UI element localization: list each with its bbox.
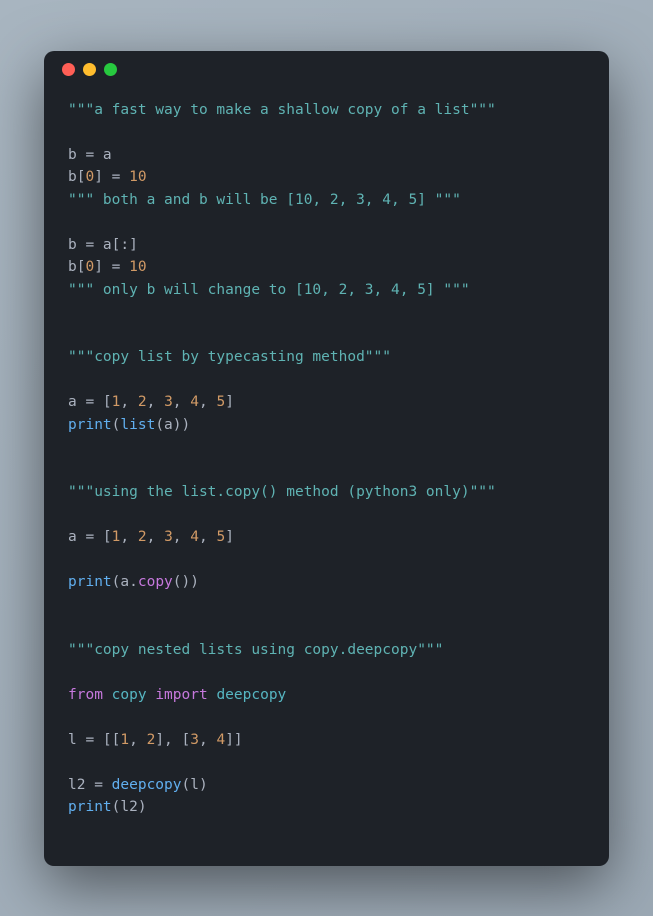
number-literal: 4 xyxy=(190,529,199,545)
code-block: """a fast way to make a shallow copy of … xyxy=(44,89,609,843)
number-literal: 0 xyxy=(85,259,94,275)
window-titlebar xyxy=(44,51,609,89)
code-text: b[ xyxy=(68,169,85,185)
number-literal: 4 xyxy=(216,732,225,748)
docstring: """copy list by typecasting method""" xyxy=(68,349,391,365)
code-text: l2 = xyxy=(68,777,112,793)
identifier: l xyxy=(190,777,199,793)
keyword: from xyxy=(68,687,103,703)
function-call: print xyxy=(68,574,112,590)
code-text: () xyxy=(173,574,190,590)
function-call: print xyxy=(68,799,112,815)
identifier: deepcopy xyxy=(216,687,286,703)
code-text: ]] xyxy=(225,732,242,748)
code-text: ] = xyxy=(94,169,129,185)
code-window: """a fast way to make a shallow copy of … xyxy=(44,51,609,866)
docstring: """copy nested lists using copy.deepcopy… xyxy=(68,642,443,658)
code-text: , xyxy=(173,529,190,545)
code-text: , xyxy=(147,394,164,410)
code-text: ) xyxy=(190,574,199,590)
code-text: ) xyxy=(138,799,147,815)
number-literal: 10 xyxy=(129,169,146,185)
docstring: """ only b will change to [10, 2, 3, 4, … xyxy=(68,282,470,298)
identifier: l2 xyxy=(120,799,137,815)
method-call: copy xyxy=(138,574,173,590)
code-text: , xyxy=(199,732,216,748)
number-literal: 4 xyxy=(190,394,199,410)
number-literal: 3 xyxy=(164,394,173,410)
number-literal: 2 xyxy=(138,529,147,545)
code-text: ) xyxy=(199,777,208,793)
code-text: ], [ xyxy=(155,732,190,748)
code-text xyxy=(147,687,156,703)
function-call: list xyxy=(120,417,155,433)
close-icon[interactable] xyxy=(62,63,75,76)
code-text: ] = xyxy=(94,259,129,275)
minimize-icon[interactable] xyxy=(83,63,96,76)
maximize-icon[interactable] xyxy=(104,63,117,76)
code-text: ] xyxy=(225,529,234,545)
number-literal: 10 xyxy=(129,259,146,275)
module-name: copy xyxy=(112,687,147,703)
code-text: ) xyxy=(173,417,182,433)
docstring: """a fast way to make a shallow copy of … xyxy=(68,102,496,118)
identifier: a xyxy=(120,574,129,590)
code-text: ] xyxy=(225,394,234,410)
code-text: a = [ xyxy=(68,394,112,410)
code-text: l = [[ xyxy=(68,732,120,748)
code-text: ) xyxy=(182,417,191,433)
code-text: ( xyxy=(182,777,191,793)
code-text: , xyxy=(147,529,164,545)
code-text: b = a xyxy=(68,147,112,163)
number-literal: 3 xyxy=(164,529,173,545)
keyword: import xyxy=(155,687,207,703)
docstring: """using the list.copy() method (python3… xyxy=(68,484,496,500)
code-text: b = a[:] xyxy=(68,237,138,253)
identifier: a xyxy=(164,417,173,433)
function-call: print xyxy=(68,417,112,433)
number-literal: 5 xyxy=(216,394,225,410)
code-text: , xyxy=(173,394,190,410)
number-literal: 1 xyxy=(120,732,129,748)
code-text: , xyxy=(129,732,146,748)
code-text: , xyxy=(120,529,137,545)
code-text: b[ xyxy=(68,259,85,275)
number-literal: 5 xyxy=(216,529,225,545)
code-text: . xyxy=(129,574,138,590)
code-text xyxy=(103,687,112,703)
code-text: ( xyxy=(155,417,164,433)
number-literal: 2 xyxy=(138,394,147,410)
code-text: , xyxy=(199,394,216,410)
code-text: a = [ xyxy=(68,529,112,545)
docstring: """ both a and b will be [10, 2, 3, 4, 5… xyxy=(68,192,461,208)
code-text: , xyxy=(199,529,216,545)
code-text: , xyxy=(120,394,137,410)
number-literal: 0 xyxy=(85,169,94,185)
number-literal: 3 xyxy=(190,732,199,748)
function-call: deepcopy xyxy=(112,777,182,793)
